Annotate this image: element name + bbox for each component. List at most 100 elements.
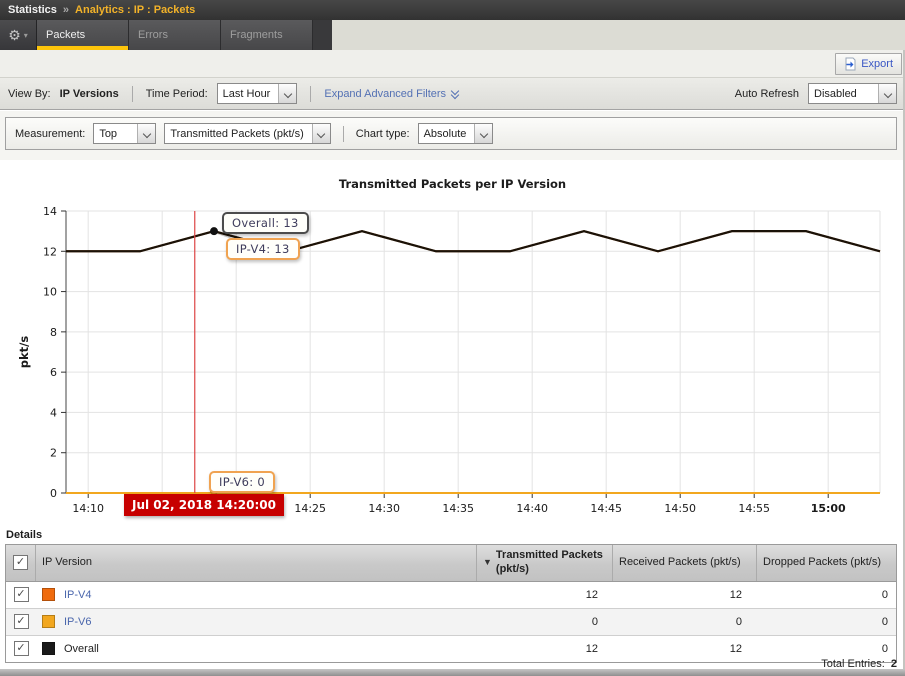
tab-label: Fragments (230, 29, 283, 41)
measurement-top-select[interactable]: Top (93, 123, 156, 144)
x-tick-label: 14:50 (664, 502, 696, 515)
analytics-page: Statistics » Analytics : IP : Packets ⚙ … (0, 0, 905, 676)
y-tick-label: 2 (50, 447, 57, 460)
view-by-label: View By: (8, 88, 51, 100)
tab-errors[interactable]: Errors (129, 20, 221, 50)
series-line-ip-v4 (66, 231, 880, 251)
tooltip-ipv4: IP-V4: 13 (226, 238, 300, 260)
series-color-swatch (42, 588, 55, 601)
column-label: Transmitted Packets (pkt/s) (496, 549, 606, 577)
breadcrumb-section[interactable]: Statistics (8, 4, 57, 16)
x-tick-label: 14:35 (442, 502, 474, 515)
series-name-ip-v4[interactable]: IP-V4 (64, 589, 92, 601)
select-all-cell: ✓ (6, 545, 36, 581)
export-icon (844, 57, 857, 71)
x-tick-label: 15:00 (811, 502, 846, 515)
tab-strip: ⚙ ▾ Packets Errors Fragments (0, 20, 332, 50)
column-header-dropped-packets-pkt-s[interactable]: Dropped Packets (pkt/s) (757, 545, 896, 581)
measurement-label: Measurement: (15, 128, 85, 140)
checkmark-icon: ✓ (16, 643, 25, 654)
row-checkbox-ip-v4[interactable]: ✓ (14, 587, 29, 602)
sort-desc-icon: ▼ (483, 557, 492, 568)
checkmark-icon: ✓ (16, 589, 25, 600)
x-tick-label: 14:45 (590, 502, 622, 515)
breadcrumb: Statistics » Analytics : IP : Packets (0, 0, 905, 20)
breadcrumb-separator-icon: » (63, 4, 69, 16)
measurement-top-value: Top (94, 124, 137, 143)
y-tick-label: 12 (43, 245, 57, 258)
dropdown-arrow-icon (878, 84, 896, 103)
row-checkbox-overall[interactable]: ✓ (14, 641, 29, 656)
tooltip-overall: Overall: 13 (222, 212, 309, 234)
column-header-received-packets-pkt-s[interactable]: Received Packets (pkt/s) (613, 545, 757, 581)
time-period-label: Time Period: (146, 88, 208, 100)
y-tick-label: 0 (50, 487, 57, 500)
y-axis-title: pkt/s (17, 336, 31, 369)
breadcrumb-path: Analytics : IP : Packets (75, 4, 195, 16)
table-row-ip-v4: ✓IP-V412120 (6, 582, 896, 608)
dropdown-arrow-icon (137, 124, 155, 143)
details-table: ✓ IP Version ▼ Transmitted Packets (pkt/s) R… (5, 544, 897, 663)
x-tick-label: 14:25 (294, 502, 326, 515)
column-header-ip-version[interactable]: IP Version (36, 545, 477, 581)
dropdown-arrow-icon (278, 84, 296, 103)
column-label: Received Packets (pkt/s) (619, 556, 741, 570)
view-by-value: IP Versions (60, 88, 119, 100)
checkmark-icon: ✓ (16, 557, 25, 568)
received-value: 12 (613, 582, 757, 608)
column-label: IP Version (42, 556, 92, 570)
hover-time-badge: Jul 02, 2018 14:20:00 (124, 494, 284, 516)
divider (132, 86, 133, 102)
export-button[interactable]: Export (835, 53, 902, 75)
expand-advanced-filters-link[interactable]: Expand Advanced Filters (324, 88, 458, 100)
received-value: 0 (613, 609, 757, 635)
transmitted-value: 12 (477, 636, 613, 662)
bottom-scrollbar[interactable] (0, 669, 905, 676)
tab-label: Packets (46, 29, 85, 41)
time-period-value: Last Hour (218, 84, 279, 103)
tab-options-button[interactable]: ⚙ ▾ (0, 20, 37, 50)
hover-point-overall (210, 227, 218, 235)
dropdown-arrow-icon (474, 124, 492, 143)
measurement-metric-select[interactable]: Transmitted Packets (pkt/s) (164, 123, 330, 144)
received-value: 12 (613, 636, 757, 662)
chart-type-label: Chart type: (356, 128, 410, 140)
details-table-body: ✓IP-V412120✓IP-V6000✓Overall12120 (6, 582, 896, 662)
filter-bar: View By: IP Versions Time Period: Last H… (0, 78, 905, 110)
export-label: Export (861, 58, 893, 70)
y-tick-label: 6 (50, 366, 57, 379)
measurement-bar: Measurement: Top Transmitted Packets (pk… (5, 117, 897, 150)
x-tick-label: 14:55 (738, 502, 770, 515)
x-tick-label: 14:40 (516, 502, 548, 515)
series-name-cell: Overall (36, 636, 477, 662)
series-name-cell: IP-V6 (36, 609, 477, 635)
line-chart[interactable]: 0246810121414:1014:1514:2014:2514:3014:3… (0, 160, 905, 532)
details-table-header: ✓ IP Version ▼ Transmitted Packets (pkt/s) R… (6, 545, 896, 582)
time-period-select[interactable]: Last Hour (217, 83, 298, 104)
auto-refresh-select[interactable]: Disabled (808, 83, 897, 104)
row-checkbox-ip-v6[interactable]: ✓ (14, 614, 29, 629)
y-tick-label: 14 (43, 205, 57, 218)
chart-type-value: Absolute (419, 124, 475, 143)
tab-packets[interactable]: Packets (37, 20, 129, 50)
table-row-ip-v6: ✓IP-V6000 (6, 608, 896, 635)
checkmark-icon: ✓ (16, 616, 25, 627)
x-tick-label: 14:10 (72, 502, 104, 515)
caret-down-icon: ▾ (24, 31, 28, 40)
dropped-value: 0 (757, 609, 896, 635)
divider (310, 86, 311, 102)
details-heading: Details (6, 529, 42, 541)
double-chevron-down-icon (452, 88, 458, 98)
tooltip-ipv6: IP-V6: 0 (209, 471, 275, 493)
series-color-swatch (42, 615, 55, 628)
series-name-ip-v6[interactable]: IP-V6 (64, 616, 92, 628)
chart-type-select[interactable]: Absolute (418, 123, 494, 144)
column-header-transmitted-packets-pkt-s[interactable]: ▼ Transmitted Packets (pkt/s) (477, 545, 613, 581)
row-checkbox-cell: ✓ (6, 609, 36, 635)
select-all-checkbox[interactable]: ✓ (13, 555, 28, 570)
divider (343, 126, 344, 142)
tab-fragments[interactable]: Fragments (221, 20, 313, 50)
dropped-value: 0 (757, 582, 896, 608)
x-tick-label: 14:30 (368, 502, 400, 515)
transmitted-value: 12 (477, 582, 613, 608)
